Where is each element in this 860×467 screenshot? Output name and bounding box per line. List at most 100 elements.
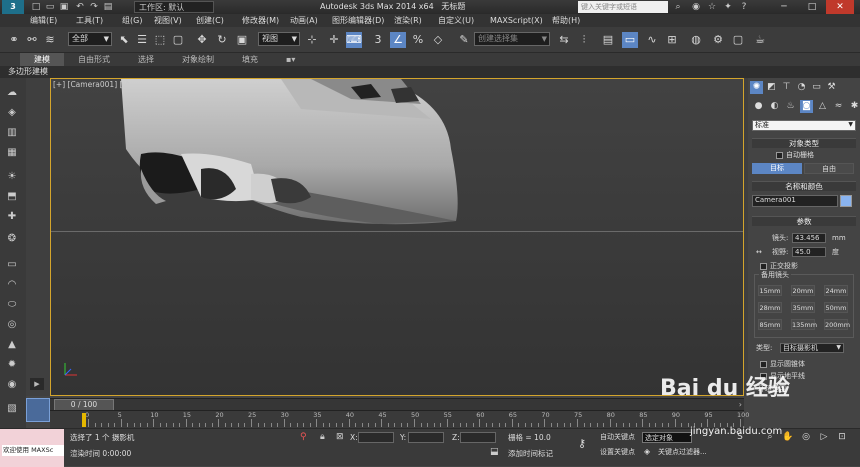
bind-space-warp-icon[interactable]: ≋ xyxy=(42,32,58,48)
selection-filter-dropdown[interactable]: 全部 ▼ xyxy=(68,32,112,46)
pivot-center-icon[interactable]: ⊹ xyxy=(304,32,320,48)
viewport-label[interactable]: [+] [Camera001] [ A xyxy=(53,80,130,89)
save-icon[interactable]: ▣ xyxy=(58,1,70,13)
geosphere-primitive-icon[interactable]: ✹ xyxy=(4,358,20,372)
open-file-icon[interactable]: ▭ xyxy=(44,1,56,13)
workspace-dropdown[interactable]: 工作区: 默认 xyxy=(134,1,214,13)
light-icon[interactable]: ☀ xyxy=(4,170,20,184)
menu-rendering[interactable]: 渲染(R) xyxy=(394,14,438,27)
lens-35mm-button[interactable]: 35mm xyxy=(791,302,815,313)
named-selection-set-dropdown[interactable]: 创建选择集 ▼ xyxy=(474,32,550,46)
cameras-icon[interactable]: ◙ xyxy=(800,100,813,113)
unlink-icon[interactable]: ⚯ xyxy=(24,32,40,48)
menu-modifiers[interactable]: 修改器(M) xyxy=(242,14,290,27)
camera-viewport[interactable]: [+] [Camera001] [ A xyxy=(50,78,744,396)
redo-icon[interactable]: ↷ xyxy=(88,1,100,13)
target-camera-button[interactable]: 目标 xyxy=(752,163,802,174)
camera-type-dropdown[interactable]: 目标摄影机 ▼ xyxy=(780,343,844,353)
show-cone-checkbox[interactable] xyxy=(760,361,767,368)
menu-help[interactable]: 帮助(H) xyxy=(552,14,592,27)
help-icon[interactable]: ? xyxy=(738,1,750,13)
select-rotate-icon[interactable]: ↻ xyxy=(214,32,230,48)
geometry-icon[interactable]: ● xyxy=(752,100,765,113)
menu-tools[interactable]: 工具(T) xyxy=(76,14,122,27)
menu-group[interactable]: 组(G) xyxy=(122,14,154,27)
key-filters-button[interactable]: 关键点过滤器... xyxy=(656,447,709,458)
tab-object-paint[interactable]: 对象绘制 xyxy=(168,53,228,66)
lock-icon[interactable]: 🔒︎ xyxy=(320,432,330,443)
menu-animation[interactable]: 动画(A) xyxy=(290,14,332,27)
motion-tab-icon[interactable]: ◔ xyxy=(795,81,808,94)
project-folder-icon[interactable]: ▤ xyxy=(102,1,114,13)
menu-create[interactable]: 创建(C) xyxy=(196,14,242,27)
orbit-icon[interactable]: ◎ xyxy=(800,431,812,443)
cone-primitive-icon[interactable]: ▲ xyxy=(4,338,20,352)
expand-arrow-icon[interactable]: ▶ xyxy=(30,378,44,390)
undo-icon[interactable]: ↶ xyxy=(74,1,86,13)
space-warp-icon[interactable]: ❂ xyxy=(4,232,20,246)
menu-edit[interactable]: 编辑(E) xyxy=(30,14,76,27)
menu-maxscript[interactable]: MAXScript(X) xyxy=(490,14,552,27)
maximize-button[interactable]: □ xyxy=(798,0,826,14)
object-type-rollout-header[interactable]: 对象类型 xyxy=(752,138,856,148)
hierarchy-tab-icon[interactable]: ⊤ xyxy=(780,81,793,94)
communication-icon[interactable]: ☆ xyxy=(706,1,718,13)
lens-spinner[interactable]: 43.456 xyxy=(792,233,826,243)
select-link-icon[interactable]: ⚭ xyxy=(6,32,22,48)
tab-modeling[interactable]: 建模 xyxy=(20,53,64,66)
app-logo-button[interactable]: 3 xyxy=(2,0,24,14)
lens-28mm-button[interactable]: 28mm xyxy=(758,302,782,313)
time-slider[interactable]: 0 / 100 › xyxy=(50,398,744,411)
lens-200mm-button[interactable]: 200mm xyxy=(824,319,850,330)
curve-editor-icon[interactable]: ∿ xyxy=(644,32,660,48)
camera-icon[interactable]: ⬒ xyxy=(4,190,20,204)
grid-icon[interactable]: ▦ xyxy=(4,146,20,160)
lens-15mm-button[interactable]: 15mm xyxy=(758,285,782,296)
subscription-icon[interactable]: ◉ xyxy=(690,1,702,13)
new-file-icon[interactable]: □ xyxy=(30,1,42,13)
minimize-button[interactable]: ─ xyxy=(770,0,798,14)
reference-coord-dropdown[interactable]: 视图 ▼ xyxy=(258,32,300,46)
y-coordinate-field[interactable] xyxy=(408,432,444,443)
align-icon[interactable]: ⫶ xyxy=(576,32,592,48)
time-tag-icon[interactable]: ⬓ xyxy=(490,447,504,458)
spinner-snap-icon[interactable]: ◇ xyxy=(430,32,446,48)
absolute-mode-icon[interactable]: ⊠ xyxy=(336,432,348,443)
utilities-tab-icon[interactable]: ⚒ xyxy=(825,81,838,94)
torus-primitive-icon[interactable]: ◎ xyxy=(4,318,20,332)
lens-50mm-button[interactable]: 50mm xyxy=(824,302,848,313)
close-button[interactable]: ✕ xyxy=(826,0,854,14)
mirror-icon[interactable]: ⇆ xyxy=(556,32,572,48)
tube-primitive-icon[interactable]: ◉ xyxy=(4,378,20,392)
maximize-viewport-icon[interactable]: ⊡ xyxy=(836,431,848,443)
layer-manager-icon[interactable]: ▤ xyxy=(600,32,616,48)
sphere-primitive-icon[interactable]: ◠ xyxy=(4,278,20,292)
fov-icon[interactable]: ▷ xyxy=(818,431,830,443)
lens-85mm-button[interactable]: 85mm xyxy=(758,319,782,330)
helper-icon[interactable]: ✚ xyxy=(4,210,20,224)
fov-spinner[interactable]: 45.0 xyxy=(792,247,826,257)
parameters-rollout-header[interactable]: 参数 xyxy=(752,216,856,226)
key-filter-icon[interactable]: ◈ xyxy=(644,447,654,458)
key-filter-dropdown[interactable]: 选定对象 xyxy=(642,432,692,443)
percent-snap-icon[interactable]: % xyxy=(410,32,426,48)
box-primitive-icon[interactable]: ▭ xyxy=(4,258,20,272)
render-setup-icon[interactable]: ⚙ xyxy=(710,32,726,48)
add-time-tag-button[interactable]: 添加时间标记 xyxy=(508,449,553,459)
lights-icon[interactable]: ♨ xyxy=(784,100,797,113)
modify-tab-icon[interactable]: ◩ xyxy=(765,81,778,94)
object-name-field[interactable]: Camera001 xyxy=(752,195,838,207)
current-time-marker[interactable] xyxy=(82,413,86,427)
current-frame-indicator[interactable] xyxy=(26,398,50,422)
search-input[interactable]: 键入关键字或短语 xyxy=(578,1,668,13)
graphite-ribbon-icon[interactable]: ▭ xyxy=(622,32,638,48)
schematic-view-icon[interactable]: ⊞ xyxy=(664,32,680,48)
free-camera-button[interactable]: 自由 xyxy=(804,163,854,174)
select-by-name-icon[interactable]: ☰ xyxy=(134,32,150,48)
maxscript-listener[interactable]: 欢迎使用 MAXSc xyxy=(0,429,64,467)
display-tab-icon[interactable]: ▭ xyxy=(810,81,823,94)
track-bar[interactable]: 0 5 10 15 20 25 30 35 40 45 50 55 60 65 70 75 80 85 90 95 10… xyxy=(50,410,749,428)
systems-icon[interactable]: ✱ xyxy=(848,100,860,113)
select-move-icon[interactable]: ✥ xyxy=(194,32,210,48)
maxscript-mini-listener[interactable]: 欢迎使用 MAXSc xyxy=(2,445,64,456)
